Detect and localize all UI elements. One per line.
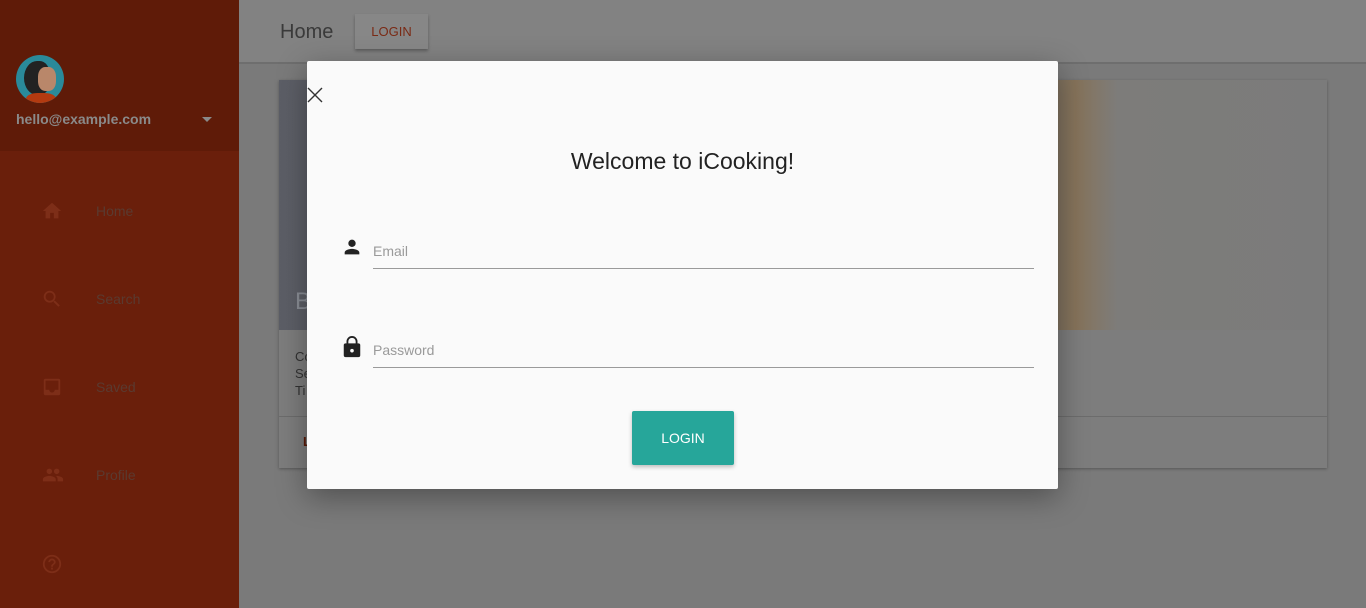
lock-icon	[343, 336, 361, 358]
page-title: Home	[280, 21, 334, 43]
header-login-button[interactable]: LOGIN	[355, 14, 428, 49]
sidebar-item-label: Profile	[96, 467, 136, 483]
sidebar-item-saved[interactable]: Saved	[0, 367, 239, 407]
sidebar-item-help[interactable]	[0, 544, 239, 584]
sidebar-item-home[interactable]: Home	[0, 191, 239, 231]
account-email: hello@example.com	[16, 111, 152, 127]
sidebar-item-label: Home	[96, 203, 134, 219]
sidebar: hello@example.com Home Search Saved Prof…	[0, 0, 239, 608]
people-icon	[42, 468, 64, 482]
sidebar-item-profile[interactable]: Profile	[0, 455, 239, 495]
person-icon	[344, 239, 360, 255]
dialog-title: Welcome to iCooking!	[570, 148, 795, 174]
account-header: hello@example.com	[0, 0, 239, 151]
account-dropdown-icon[interactable]	[202, 117, 212, 122]
avatar	[16, 55, 64, 103]
sidebar-item-search[interactable]: Search	[0, 279, 239, 319]
password-field[interactable]	[373, 328, 1034, 368]
top-bar: Home LOGIN	[239, 0, 1366, 64]
password-input[interactable]	[373, 328, 1034, 367]
sidebar-item-label: Saved	[96, 379, 136, 395]
close-icon[interactable]	[307, 87, 323, 103]
login-dialog: Welcome to iCooking! LOGIN	[307, 61, 1058, 489]
home-icon	[42, 202, 62, 219]
search-icon	[43, 290, 60, 307]
help-icon	[42, 554, 62, 574]
login-button[interactable]: LOGIN	[632, 411, 734, 465]
email-input[interactable]	[373, 229, 1034, 268]
email-field[interactable]	[373, 229, 1034, 269]
sidebar-item-label: Search	[96, 291, 141, 307]
inbox-icon	[43, 378, 61, 396]
